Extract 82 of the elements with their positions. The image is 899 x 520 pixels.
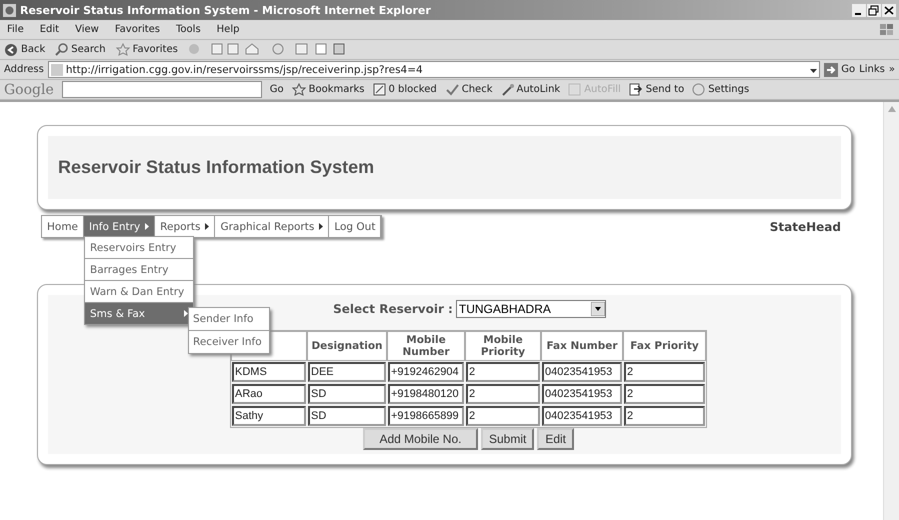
menu-item[interactable]: File	[4, 24, 27, 35]
toolbar-button[interactable]: Search	[55, 43, 106, 56]
dropdown-item[interactable]: Warn & Dan Entry	[84, 280, 194, 303]
nav-item[interactable]: Info Entry	[84, 216, 156, 237]
page-arrow-icon	[628, 83, 643, 96]
input-field[interactable]: DEE	[308, 362, 386, 382]
column-header: Mobile Number	[387, 331, 465, 361]
menu-item[interactable]: Edit	[36, 24, 62, 35]
nav-item[interactable]: Home	[42, 216, 84, 237]
input-field[interactable]: 2	[624, 362, 705, 382]
dropdown-item[interactable]: Sms & Fax	[84, 302, 194, 325]
reservoir-select[interactable]: TUNGABHADRA	[456, 300, 606, 318]
wand-icon	[500, 83, 514, 96]
google-logo: Google	[4, 82, 54, 98]
dropdown-item[interactable]: Reservoirs Entry	[84, 236, 194, 259]
form-button[interactable]: Submit	[480, 428, 534, 450]
search-icon	[55, 43, 68, 56]
column-header: Fax Priority	[623, 331, 706, 361]
nav-item[interactable]: Log Out	[329, 216, 382, 237]
input-field[interactable]: 04023541953	[542, 362, 622, 382]
toolbar-button[interactable]: Back	[4, 42, 46, 56]
page-icon	[50, 64, 63, 76]
toolbar-button[interactable]: Favorites	[116, 43, 178, 56]
nav-item[interactable]: Reports	[155, 216, 216, 237]
popup-blocker-icon	[372, 83, 386, 96]
google-toolbar-button[interactable]: Send to	[628, 83, 684, 96]
menu-item[interactable]: Tools	[173, 24, 204, 35]
google-toolbar-button[interactable]: Settings	[692, 83, 750, 96]
go-button[interactable]: Go	[824, 62, 856, 76]
chevron[interactable]: »	[888, 64, 895, 75]
star-icon	[116, 43, 130, 56]
form-icon	[568, 83, 582, 96]
google-go-button[interactable]: Go	[270, 84, 284, 95]
restore-icon[interactable]	[867, 4, 881, 16]
window-title: Reservoir Status Information System - Microsoft Internet Explorer	[20, 4, 431, 16]
menu-item[interactable]: Help	[214, 24, 242, 35]
input-field[interactable]: +9192462904	[388, 362, 464, 382]
input-field[interactable]: 2	[624, 384, 705, 404]
input-field[interactable]: 04023541953	[542, 406, 622, 426]
links-button[interactable]: Links	[859, 64, 885, 75]
page-title: Reservoir Status Information System	[58, 157, 374, 178]
google-toolbar-button[interactable]: 0 blocked	[372, 83, 437, 96]
column-header: Mobile Priority	[465, 331, 541, 361]
dropdown-arrow-icon[interactable]	[810, 68, 818, 72]
google-toolbar-button[interactable]: Check	[444, 83, 492, 96]
address-label: Address	[4, 64, 44, 75]
google-search-field[interactable]	[62, 81, 262, 98]
select-label: Select Reservoir :	[333, 302, 453, 316]
menu-item[interactable]: Favorites	[112, 24, 164, 35]
submenu-item[interactable]: Sender Info	[188, 307, 270, 331]
input-field[interactable]: 2	[624, 406, 705, 426]
form-button[interactable]: Add Mobile No.	[362, 428, 478, 450]
input-field[interactable]: KDMS	[232, 362, 306, 382]
close-icon[interactable]	[882, 4, 896, 16]
input-field[interactable]: 2	[466, 406, 540, 426]
input-field[interactable]: 2	[466, 384, 540, 404]
settings-icon	[692, 83, 706, 96]
spellcheck-icon	[444, 83, 459, 96]
submenu-item[interactable]: Receiver Info	[188, 330, 270, 354]
input-field[interactable]: 04023541953	[542, 384, 622, 404]
input-field[interactable]: ARao	[232, 384, 306, 404]
form-button[interactable]: Edit	[537, 428, 574, 450]
input-field[interactable]: 2	[466, 362, 540, 382]
dropdown-item[interactable]: Barrages Entry	[84, 258, 194, 281]
input-field[interactable]: Sathy	[232, 406, 306, 426]
column-header: Designation	[307, 331, 387, 361]
browser-icon	[3, 4, 16, 16]
input-field[interactable]: +9198665899	[388, 406, 464, 426]
google-toolbar-button[interactable]: AutoLink	[500, 83, 560, 96]
input-field[interactable]: SD	[308, 384, 386, 404]
minimize-icon[interactable]	[852, 4, 866, 16]
input-field[interactable]: SD	[308, 406, 386, 426]
windows-flag-icon	[879, 22, 895, 36]
user-name: StateHead	[770, 220, 841, 234]
address-field[interactable]: http://irrigation.cgg.gov.in/reservoirssms/jsp/receiverinp.jsp?res4=4	[48, 61, 820, 78]
column-header: Fax Number	[541, 331, 623, 361]
nav-item[interactable]: Graphical Reports	[215, 216, 330, 237]
input-field[interactable]: +9198480120	[388, 384, 464, 404]
dropdown-arrow-icon	[590, 302, 605, 316]
google-toolbar-button[interactable]: Bookmarks	[292, 83, 365, 96]
menu-item[interactable]: View	[72, 24, 102, 35]
star-icon	[292, 83, 306, 96]
